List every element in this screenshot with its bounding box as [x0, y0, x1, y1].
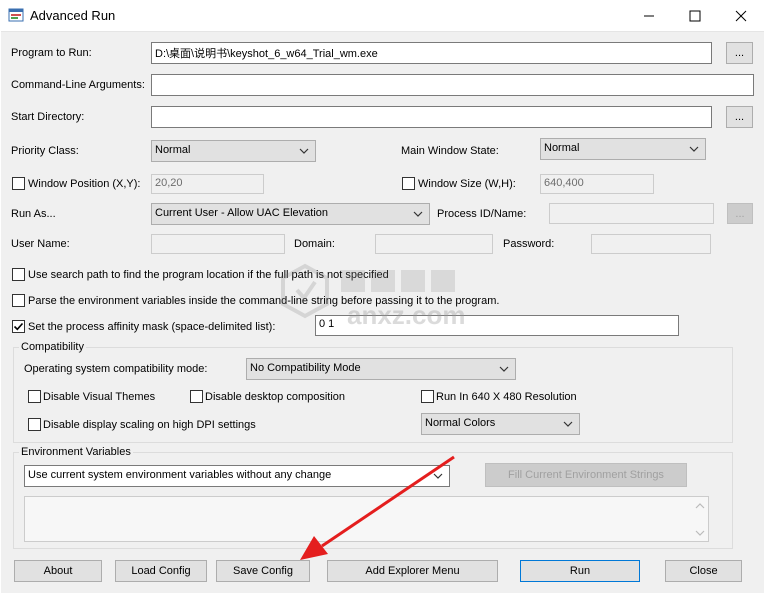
res-640-checkbox[interactable] [421, 390, 434, 403]
chevron-down-icon [299, 148, 309, 154]
pid-input[interactable] [549, 203, 714, 224]
winpos-checkbox[interactable] [12, 177, 25, 190]
priority-label: Priority Class: [11, 145, 79, 157]
dpi-scaling-checkbox[interactable] [28, 418, 41, 431]
pid-browse-button[interactable]: ... [727, 203, 753, 224]
chevron-down-icon [689, 146, 699, 152]
winsize-label: Window Size (W,H): [418, 178, 516, 190]
desktop-comp-label: Disable desktop composition [205, 391, 346, 403]
runas-select[interactable]: Current User - Allow UAC Elevation [151, 203, 430, 225]
env-scrollbar[interactable] [692, 497, 708, 541]
password-label: Password: [503, 238, 555, 250]
username-input[interactable] [151, 234, 285, 254]
maximize-icon [689, 10, 701, 21]
os-mode-label: Operating system compatibility mode: [24, 363, 208, 375]
startdir-input[interactable] [151, 106, 712, 128]
red-arrow-annotation [300, 455, 455, 560]
visual-themes-checkbox[interactable] [28, 390, 41, 403]
runas-select-value: Current User - Allow UAC Elevation [155, 207, 329, 219]
search-path-checkbox[interactable] [12, 268, 25, 281]
minimize-icon [644, 15, 654, 16]
env-group-label: Environment Variables [19, 446, 133, 458]
window-title: Advanced Run [30, 8, 116, 23]
cmdargs-input[interactable] [151, 74, 754, 96]
desktop-comp-checkbox[interactable] [190, 390, 203, 403]
app-icon [8, 8, 24, 22]
mainwin-select[interactable]: Normal [540, 138, 706, 160]
dpi-scaling-label: Disable display scaling on high DPI sett… [43, 419, 256, 431]
checkmark-icon [13, 322, 24, 331]
load-config-button[interactable]: Load Config [115, 560, 207, 582]
runas-label: Run As... [11, 208, 56, 220]
program-label: Program to Run: [11, 47, 92, 59]
os-mode-select[interactable]: No Compatibility Mode [246, 358, 516, 380]
program-path-input[interactable]: D:\桌面\说明书\keyshot_6_w64_Trial_wm.exe [151, 42, 712, 64]
password-input[interactable] [591, 234, 711, 254]
compat-group-label: Compatibility [19, 341, 86, 353]
maximize-button[interactable] [672, 0, 718, 31]
res-640-label: Run In 640 X 480 Resolution [436, 391, 577, 403]
run-button[interactable]: Run [520, 560, 640, 582]
winsize-checkbox[interactable] [402, 177, 415, 190]
winsize-input[interactable]: 640,400 [540, 174, 654, 194]
parse-env-checkbox[interactable] [12, 294, 25, 307]
colors-select-value: Normal Colors [425, 417, 496, 429]
winpos-label: Window Position (X,Y): [28, 178, 141, 190]
domain-input[interactable] [375, 234, 493, 254]
startdir-label: Start Directory: [11, 111, 85, 123]
close-icon [735, 10, 747, 21]
cmdargs-label: Command-Line Arguments: [11, 79, 145, 91]
pid-label: Process ID/Name: [437, 208, 527, 220]
priority-select-value: Normal [155, 144, 191, 156]
watermark-text: anxz.com [347, 300, 466, 330]
os-mode-select-value: No Compatibility Mode [250, 362, 361, 374]
domain-label: Domain: [294, 238, 335, 250]
priority-select[interactable]: Normal [151, 140, 316, 162]
affinity-label: Set the process affinity mask (space-del… [28, 321, 276, 333]
username-label: User Name: [11, 238, 70, 250]
colors-select[interactable]: Normal Colors [421, 413, 580, 435]
browse-startdir-button[interactable]: ... [726, 106, 753, 128]
fill-env-button[interactable]: Fill Current Environment Strings [485, 463, 687, 487]
affinity-checkbox[interactable] [12, 320, 25, 333]
visual-themes-label: Disable Visual Themes [43, 391, 156, 403]
minimize-button[interactable] [626, 0, 672, 31]
chevron-down-icon [563, 421, 573, 427]
chevron-down-icon [413, 211, 423, 217]
watermark-logo: anxz.com [281, 263, 466, 330]
mainwin-label: Main Window State: [401, 145, 499, 157]
winpos-input[interactable]: 20,20 [151, 174, 264, 194]
chevron-down-icon [499, 366, 509, 372]
scroll-down-icon [695, 530, 705, 536]
close-window-button[interactable] [718, 0, 764, 31]
mainwin-select-value: Normal [544, 142, 580, 154]
about-button[interactable]: About [14, 560, 102, 582]
scroll-up-icon [695, 503, 705, 509]
close-button[interactable]: Close [665, 560, 742, 582]
browse-program-button[interactable]: ... [726, 42, 753, 64]
